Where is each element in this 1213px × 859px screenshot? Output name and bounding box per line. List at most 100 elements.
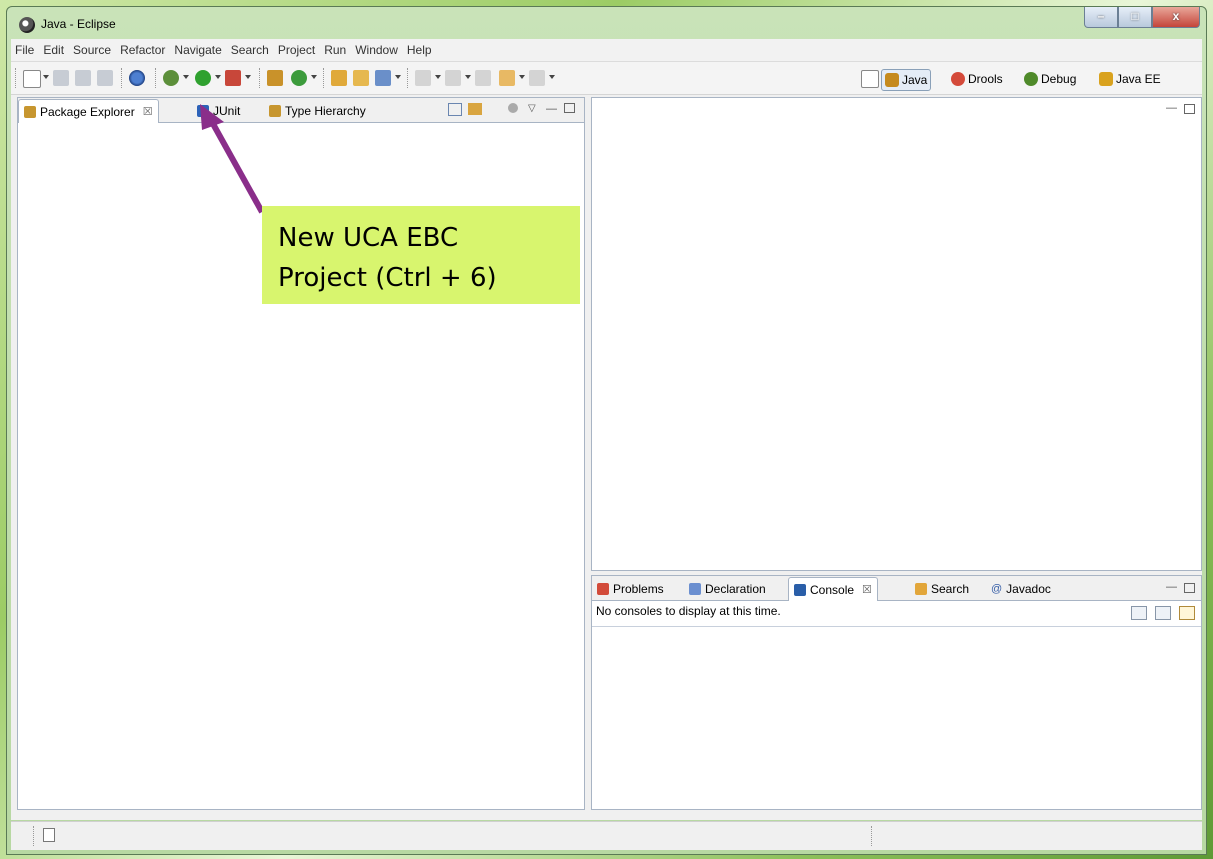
display-selected-console-icon[interactable] [1155,606,1171,620]
chevron-down-icon[interactable] [215,75,221,79]
tab-label: Search [931,581,970,596]
chevron-down-icon[interactable] [311,75,317,79]
menu-project[interactable]: Project [278,43,315,57]
search-icon [915,582,927,595]
maximize-button[interactable]: □ [1118,7,1152,28]
previous-annotation-icon[interactable] [445,70,461,86]
new-file-icon[interactable] [23,70,41,88]
type-hierarchy-icon [269,104,281,117]
perspective-drools[interactable]: Drools [951,69,1003,89]
java-ee-icon [1099,72,1113,86]
menu-refactor[interactable]: Refactor [120,43,165,57]
collapse-all-icon[interactable] [448,103,462,116]
console-tabstrip: Problems Declaration Console ☒ Search @ [592,576,1201,601]
maximize-view-icon[interactable] [1184,104,1195,114]
console-icon [794,583,806,596]
new-uca-ebc-project-icon[interactable] [129,70,145,86]
problems-icon [597,582,609,595]
chevron-down-icon[interactable] [245,75,251,79]
menu-search[interactable]: Search [231,43,269,57]
chevron-down-icon[interactable] [395,75,401,79]
minimize-button[interactable]: – [1084,7,1118,28]
pin-console-icon[interactable] [1131,606,1147,620]
tab-junit[interactable]: JUnit [192,100,245,121]
package-explorer-tabstrip: Package Explorer ☒ JUnit Type Hierarchy … [18,98,584,123]
eclipse-icon [19,17,35,33]
callout-text: New UCA EBC Project (Ctrl + 6) [278,223,497,293]
tab-label: Package Explorer [40,104,135,119]
minimize-view-icon[interactable]: — [546,103,557,115]
minimize-view-icon[interactable]: — [1166,102,1177,114]
debug-bug-icon[interactable] [163,70,179,86]
debug-bug-icon [1024,72,1038,86]
tab-console[interactable]: Console ☒ [788,577,878,601]
chevron-down-icon[interactable] [435,75,441,79]
open-console-icon[interactable] [1179,606,1195,620]
print-icon[interactable] [97,70,113,86]
maximize-view-icon[interactable] [1184,583,1195,593]
save-icon[interactable] [53,70,69,86]
close-button[interactable]: x [1152,7,1200,28]
new-java-class-icon[interactable] [291,70,307,86]
toolbar-separator [259,68,260,88]
external-tools-icon[interactable] [225,70,241,86]
menu-source[interactable]: Source [73,43,111,57]
editor-area: — [591,97,1202,571]
menu-bar: File Edit Source Refactor Navigate Searc… [11,39,1202,62]
maximize-view-icon[interactable] [564,103,575,113]
menu-run[interactable]: Run [324,43,346,57]
chevron-down-icon[interactable] [43,75,49,79]
java-perspective-icon [885,73,899,87]
title-bar[interactable]: Java - Eclipse – □ x [7,7,1206,39]
link-with-editor-icon[interactable] [468,103,482,115]
chevron-down-icon[interactable] [183,75,189,79]
fast-view-icon[interactable] [43,828,55,842]
tab-package-explorer[interactable]: Package Explorer ☒ [18,99,159,123]
perspective-label: Drools [968,72,1003,86]
tab-label: Type Hierarchy [285,103,366,118]
chevron-down-icon[interactable] [549,75,555,79]
toolbar-separator [323,68,324,88]
eclipse-window: Java - Eclipse – □ x File Edit Source Re… [6,6,1207,855]
next-annotation-icon[interactable] [415,70,431,86]
perspective-debug[interactable]: Debug [1024,69,1076,89]
menu-edit[interactable]: Edit [43,43,64,57]
tab-javadoc[interactable]: @ Javadoc [986,578,1056,599]
tab-declaration[interactable]: Declaration [684,578,771,599]
perspective-label: Java EE [1116,72,1161,86]
menu-window[interactable]: Window [355,43,398,57]
toolbar-separator [407,68,408,88]
close-icon[interactable]: ☒ [862,583,872,596]
open-type-icon[interactable] [331,70,347,86]
save-all-icon[interactable] [75,70,91,86]
tab-label: Declaration [705,581,766,596]
tab-problems[interactable]: Problems [592,578,669,599]
last-edit-location-icon[interactable] [475,70,491,86]
search-icon[interactable] [375,70,391,86]
view-menu-icon[interactable] [508,103,518,113]
console-message: No consoles to display at this time. [596,604,781,618]
chevron-down-icon[interactable]: ▽ [528,103,536,114]
menu-help[interactable]: Help [407,43,432,57]
new-java-package-icon[interactable] [267,70,283,86]
run-icon[interactable] [195,70,211,86]
menu-file[interactable]: File [15,43,34,57]
open-perspective-icon[interactable] [861,70,879,88]
forward-arrow-icon[interactable] [529,70,545,86]
package-explorer-view: Package Explorer ☒ JUnit Type Hierarchy … [17,97,585,810]
perspective-java[interactable]: Java [881,69,932,91]
tab-label: Javadoc [1006,581,1051,596]
declaration-icon [689,582,701,595]
menu-navigate[interactable]: Navigate [174,43,221,57]
tab-label: JUnit [213,103,241,118]
minimize-view-icon[interactable]: — [1166,581,1177,593]
tab-search[interactable]: Search [910,578,974,599]
open-folder-icon[interactable] [353,70,369,86]
chevron-down-icon[interactable] [465,75,471,79]
close-icon[interactable]: ☒ [143,105,153,118]
toolbar-separator [15,68,16,88]
perspective-java-ee[interactable]: Java EE [1099,69,1161,89]
tab-type-hierarchy[interactable]: Type Hierarchy [264,100,371,121]
back-arrow-icon[interactable] [499,70,515,86]
chevron-down-icon[interactable] [519,75,525,79]
